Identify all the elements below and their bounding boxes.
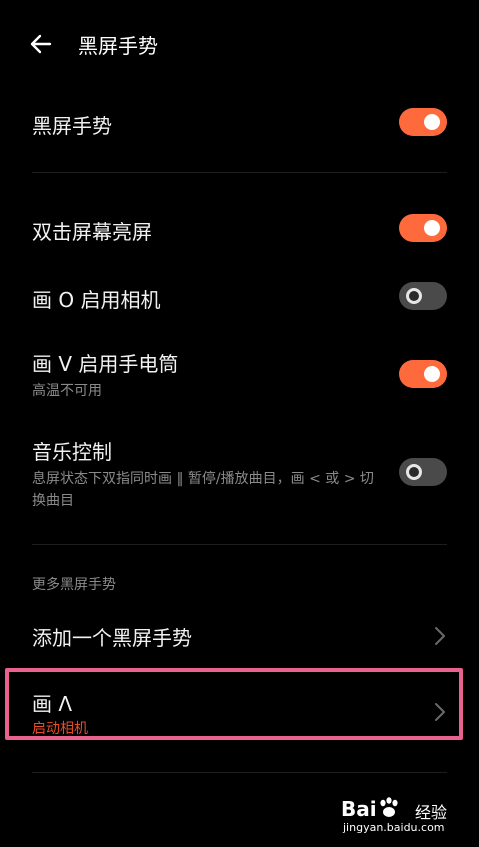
toggle-knob [406,288,422,304]
toggle-knob [424,366,440,382]
toggle-knob [406,464,422,480]
gesture-sub: 高温不可用 [32,383,102,399]
gesture-row-music[interactable]: 音乐控制 息屏状态下双指同时画 ‖ 暂停/播放曲目，画 < 或 > 切换曲目 [0,436,479,516]
double-tap-toggle[interactable] [399,214,447,242]
add-gesture-label: 添加一个黑屏手势 [32,626,192,650]
highlight-box [5,668,463,740]
gesture-sub: 息屏状态下双指同时画 ‖ 暂停/播放曲目，画 < 或 > 切换曲目 [32,471,374,509]
main-gesture-row[interactable]: 黑屏手势 [0,104,479,140]
header: 黑屏手势 [0,18,479,70]
gesture-label: 双击屏幕亮屏 [32,220,152,244]
add-gesture-row[interactable]: 添加一个黑屏手势 [0,618,479,654]
watermark-brand-suffix: 经验 [415,803,448,822]
main-gesture-toggle[interactable] [399,108,447,136]
chevron-right-icon [435,627,445,645]
watermark-brand: Bai [341,797,377,821]
music-control-toggle[interactable] [399,458,447,486]
toggle-knob [424,220,440,236]
gesture-label: 画 V 启用手电筒 [32,352,179,376]
divider [32,544,447,545]
page-title: 黑屏手势 [78,34,158,58]
back-arrow-icon[interactable] [26,30,56,58]
v-flashlight-toggle[interactable] [399,360,447,388]
toggle-knob [424,114,440,130]
gesture-label: 音乐控制 [32,440,112,464]
main-gesture-label: 黑屏手势 [32,114,112,138]
gesture-row-double-tap[interactable]: 双击屏幕亮屏 [0,210,479,246]
divider [32,772,447,773]
gesture-row-o-camera[interactable]: 画 O 启用相机 [0,280,479,316]
baidu-watermark: Bai 经验 jingyan.baidu.com [341,795,461,837]
o-camera-toggle[interactable] [399,282,447,310]
watermark-url: jingyan.baidu.com [343,821,445,834]
gesture-label: 画 O 启用相机 [32,288,161,312]
divider [32,172,447,173]
paw-icon [380,797,398,817]
gesture-row-v-flashlight[interactable]: 画 V 启用手电筒 高温不可用 [0,346,479,406]
section-title: 更多黑屏手势 [32,577,116,593]
